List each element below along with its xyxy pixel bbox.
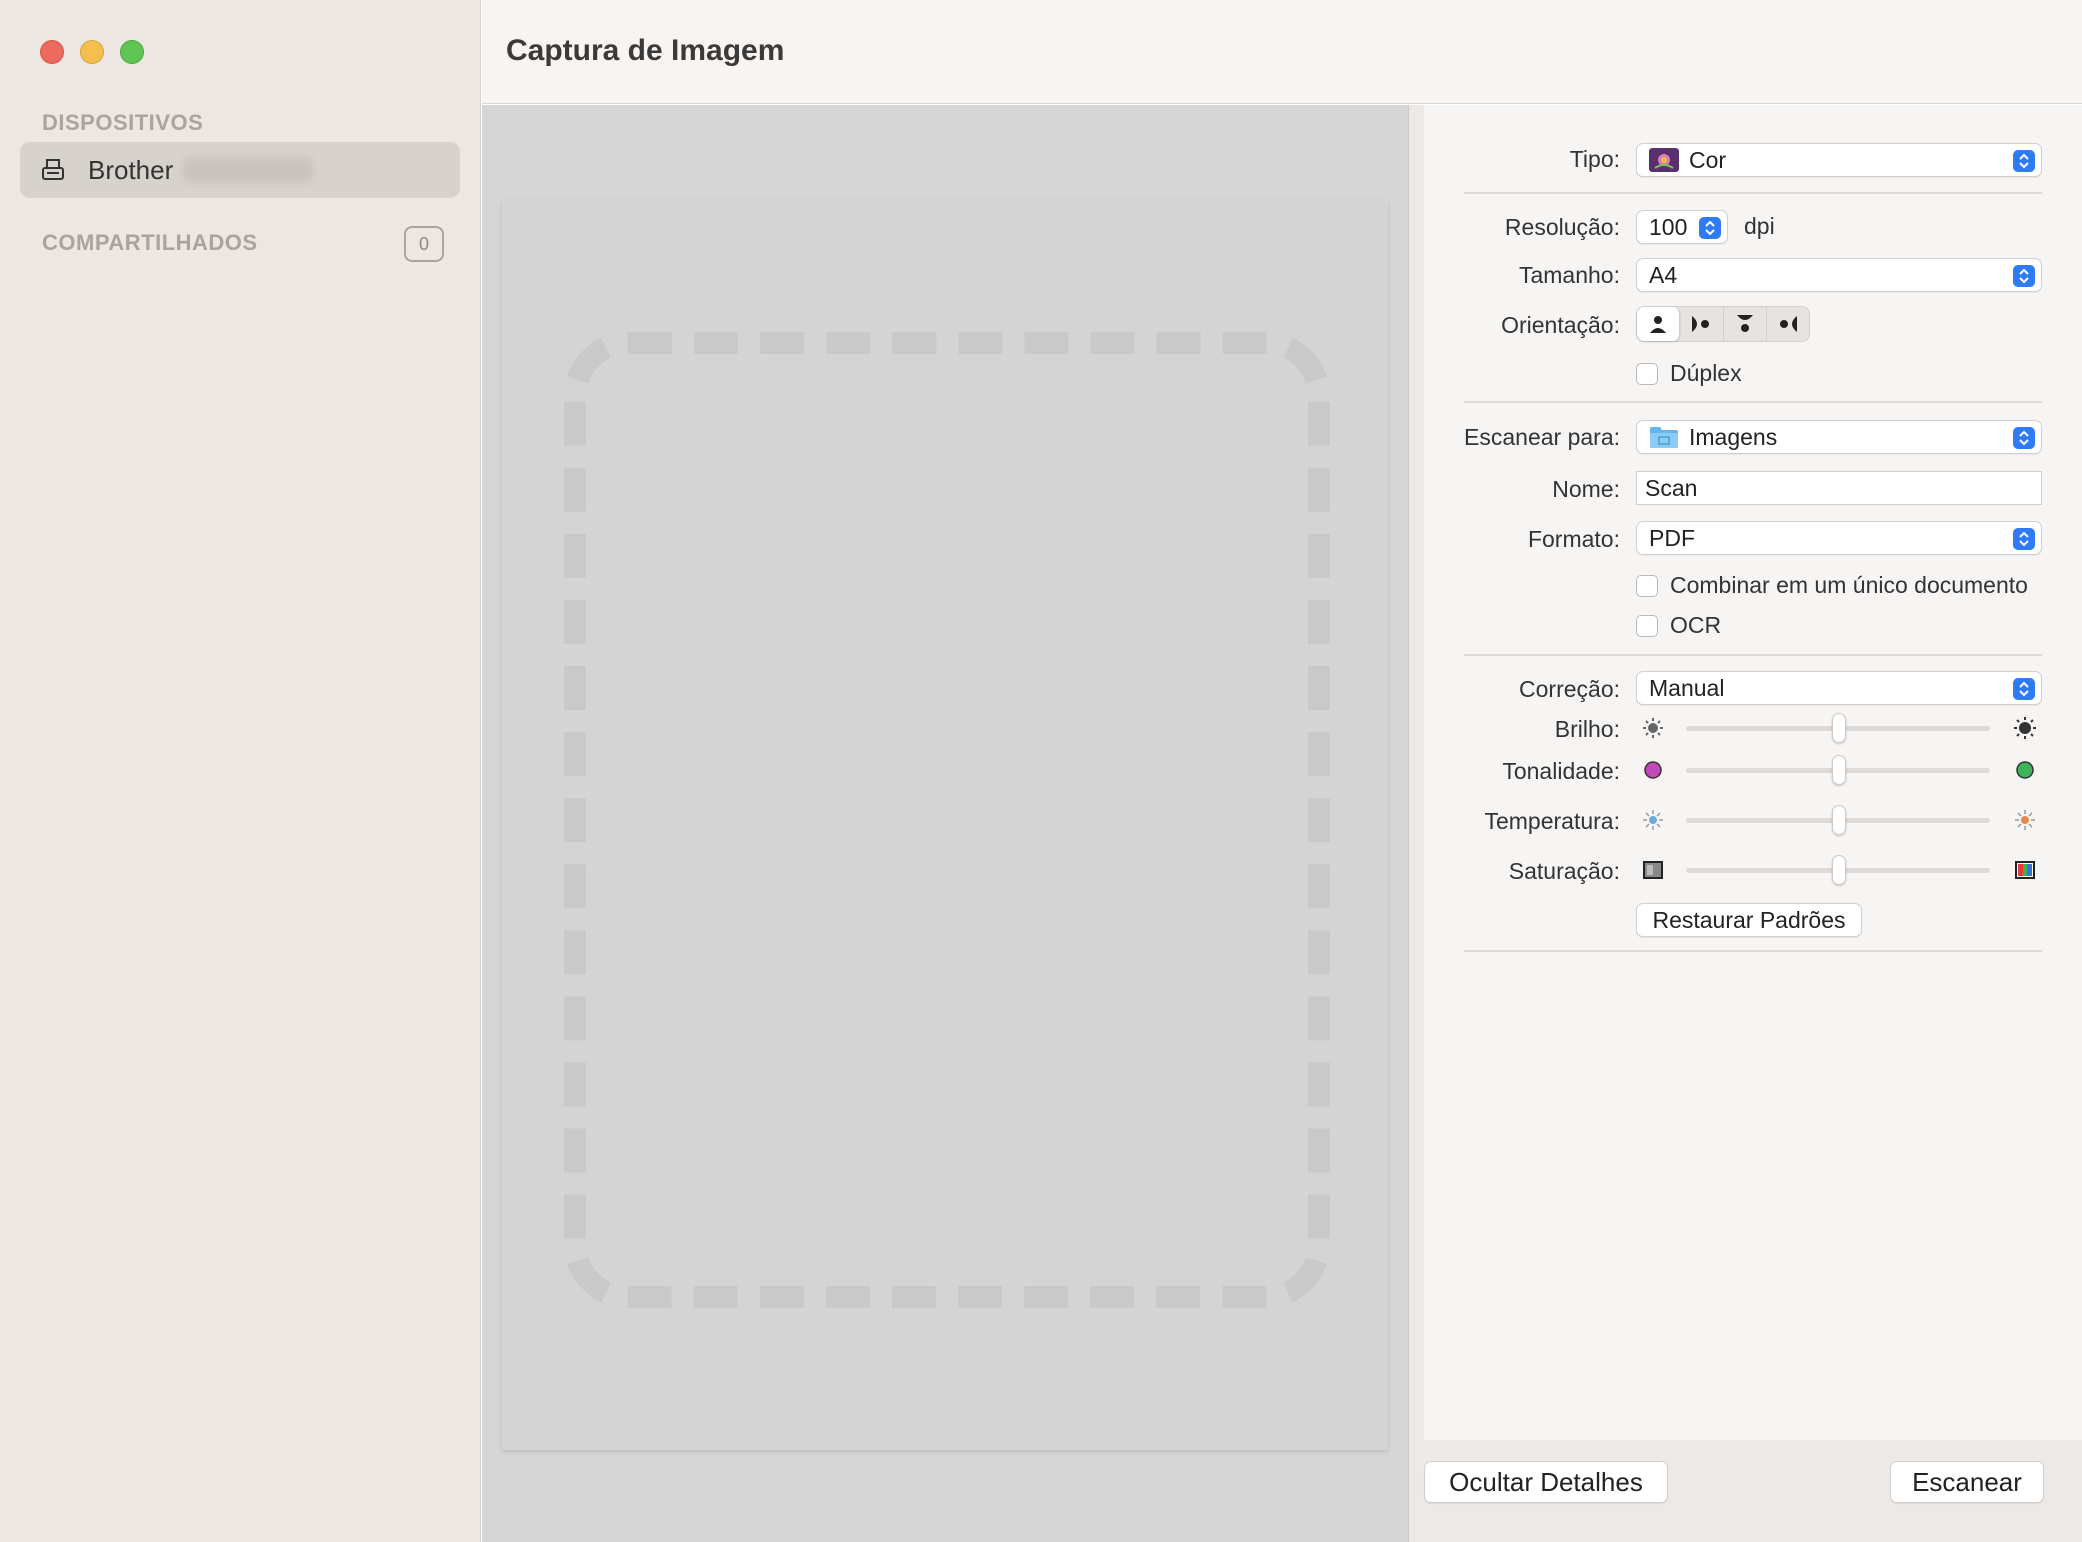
- correction-value: Manual: [1649, 674, 1725, 701]
- person-upright-icon: [1650, 316, 1667, 333]
- duplex-checkbox[interactable]: [1636, 362, 1658, 385]
- duplex-checkbox-row[interactable]: Dúplex: [1636, 360, 1742, 387]
- ocr-checkbox-row[interactable]: OCR: [1636, 612, 1721, 639]
- resolution-label: Resolução:: [1504, 214, 1620, 240]
- chevron-updown-icon: [1699, 217, 1721, 239]
- page-title: Captura de Imagem: [506, 34, 785, 67]
- device-model-redacted: [183, 157, 314, 183]
- divider: [1464, 654, 2042, 656]
- minimize-window-button[interactable]: [80, 40, 104, 64]
- resolution-select[interactable]: 100: [1636, 210, 1728, 244]
- brightness-slider-knob[interactable]: [1832, 713, 1846, 743]
- type-label: Tipo:: [1569, 146, 1620, 172]
- devices-section-label: DISPOSITIVOS: [42, 110, 204, 135]
- combine-checkbox[interactable]: [1636, 574, 1658, 597]
- ocr-checkbox[interactable]: [1636, 614, 1658, 637]
- orientation-label: Orientação:: [1501, 312, 1620, 338]
- format-select[interactable]: PDF: [1636, 521, 2042, 555]
- folder-icon: [1650, 427, 1678, 448]
- orientation-segmented-control: [1636, 306, 1810, 342]
- tint-magenta-icon: [1644, 761, 1662, 779]
- brightness-low-icon: [1643, 718, 1663, 738]
- combine-label: Combinar em um único documento: [1670, 572, 2028, 598]
- divider: [1464, 950, 2042, 952]
- tint-label: Tonalidade:: [1502, 758, 1620, 784]
- temperature-warm-icon: [2015, 810, 2035, 830]
- chevron-updown-icon: [2013, 150, 2035, 172]
- divider: [1464, 401, 2042, 403]
- correction-label: Correção:: [1519, 676, 1620, 702]
- format-value: PDF: [1649, 524, 1695, 551]
- sidebar-item-brother[interactable]: Brother: [20, 142, 460, 198]
- person-down-icon: [1736, 315, 1753, 332]
- device-name: Brother: [88, 154, 174, 185]
- scan-button[interactable]: Escanear: [1890, 1461, 2044, 1503]
- correction-select[interactable]: Manual: [1636, 671, 2042, 705]
- resolution-value: 100: [1649, 213, 1688, 240]
- orientation-upright-button[interactable]: [1637, 307, 1681, 341]
- ocr-label: OCR: [1670, 612, 1722, 638]
- person-right-icon: [1779, 316, 1797, 332]
- temperature-label: Temperatura:: [1484, 808, 1620, 834]
- combine-checkbox-row[interactable]: Combinar em um único documento: [1636, 572, 2028, 599]
- chevron-updown-icon: [2013, 528, 2035, 550]
- restore-defaults-button[interactable]: Restaurar Padrões: [1636, 903, 1862, 937]
- temperature-cool-icon: [1643, 810, 1663, 830]
- tint-green-icon: [2016, 761, 2034, 779]
- brightness-label: Brilho:: [1554, 716, 1620, 742]
- divider: [1464, 192, 2042, 194]
- scan-to-value: Imagens: [1689, 423, 1778, 450]
- resolution-unit: dpi: [1744, 213, 1775, 239]
- toolbar: Captura de Imagem: [482, 0, 2082, 104]
- saturation-label: Saturação:: [1508, 858, 1620, 884]
- scanner-icon: [38, 155, 68, 185]
- name-input[interactable]: [1636, 471, 2042, 505]
- orientation-down-button[interactable]: [1724, 307, 1767, 341]
- duplex-label: Dúplex: [1670, 360, 1742, 386]
- shared-count-badge: 0: [404, 226, 444, 262]
- window-controls: [40, 40, 144, 64]
- person-left-icon: [1692, 316, 1710, 332]
- close-window-button[interactable]: [40, 40, 64, 64]
- hide-details-button[interactable]: Ocultar Detalhes: [1424, 1461, 1668, 1503]
- saturation-low-icon: [1643, 861, 1663, 879]
- color-photo-icon: [1649, 148, 1679, 172]
- type-select[interactable]: Cor: [1636, 143, 2042, 177]
- type-value: Cor: [1689, 146, 1727, 173]
- orientation-right-button[interactable]: [1767, 307, 1809, 341]
- name-label: Nome:: [1552, 476, 1620, 502]
- format-label: Formato:: [1527, 526, 1620, 552]
- chevron-updown-icon: [2013, 427, 2035, 449]
- maximize-window-button[interactable]: [120, 40, 144, 64]
- shared-section-label: COMPARTILHADOS: [42, 230, 258, 255]
- scan-region-frame[interactable]: [564, 332, 1330, 1308]
- scan-to-select[interactable]: Imagens: [1636, 420, 2042, 454]
- saturation-slider-knob[interactable]: [1832, 855, 1846, 885]
- chevron-updown-icon: [2013, 265, 2035, 287]
- sidebar: DISPOSITIVOS Brother COMPARTILHADOS 0: [0, 0, 481, 1542]
- orientation-left-button[interactable]: [1680, 307, 1724, 341]
- size-label: Tamanho:: [1518, 262, 1620, 288]
- size-value: A4: [1649, 261, 1678, 288]
- brightness-high-icon: [2014, 717, 2036, 739]
- scan-to-label: Escanear para:: [1464, 424, 1620, 450]
- size-select[interactable]: A4: [1636, 258, 2042, 292]
- saturation-high-icon: [2015, 861, 2035, 879]
- temperature-slider-knob[interactable]: [1832, 805, 1846, 835]
- tint-slider-knob[interactable]: [1832, 755, 1846, 785]
- chevron-updown-icon: [2013, 678, 2035, 700]
